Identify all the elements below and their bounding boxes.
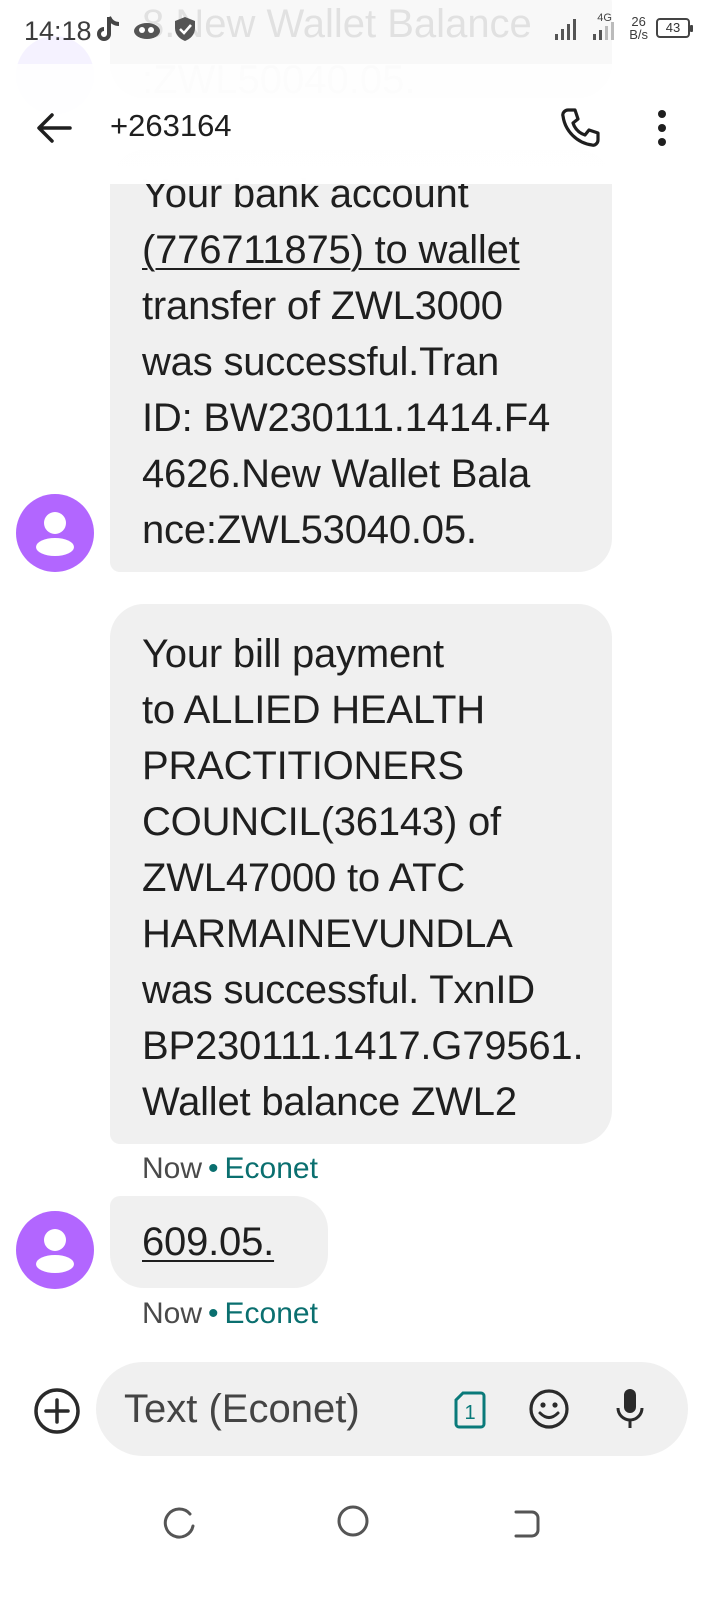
message-line: BP230111.1417.G79561.	[142, 1024, 584, 1068]
phone-icon	[561, 108, 600, 147]
sim-slot-number: 1	[464, 1402, 475, 1424]
more-vert-icon	[658, 110, 666, 146]
notification-icons	[96, 14, 198, 44]
back-button[interactable]	[30, 104, 78, 152]
signal-icon-4g: 4G	[591, 12, 621, 42]
sim-card-icon: 1	[454, 1391, 486, 1429]
emoji-button[interactable]	[528, 1388, 570, 1430]
recents-icon	[163, 1507, 195, 1539]
system-icons: 4G 26 B/s 43	[553, 12, 693, 42]
message-line: nce:ZWL53040.05.	[142, 508, 477, 552]
battery-level: 43	[665, 20, 681, 35]
message-line: 4626.New Wallet Bala	[142, 452, 531, 496]
message-meta: Now • Econet	[142, 1152, 318, 1186]
call-button[interactable]	[556, 104, 604, 152]
carrier-label: Econet	[224, 1152, 318, 1185]
nav-back-button[interactable]	[508, 1506, 544, 1542]
system-nav-bar	[0, 1480, 720, 1600]
message-line: 609.05.	[142, 1214, 296, 1270]
top-app-bar: +263164	[0, 64, 720, 184]
attach-button[interactable]	[32, 1386, 82, 1436]
compose-bar: 1	[96, 1362, 688, 1456]
meta-separator: •	[208, 1297, 219, 1330]
message-line: Your bill payment	[142, 632, 444, 676]
message-bubble[interactable]: 609.05.	[110, 1196, 328, 1288]
account-number-link[interactable]: (776711875) to wallet	[142, 228, 520, 272]
message-line: was successful.Tran	[142, 340, 500, 384]
add-circle-icon	[34, 1388, 80, 1434]
battery-icon: 43	[656, 18, 693, 38]
home-circle-icon	[337, 1505, 369, 1537]
status-bar: 14:18 4G 26 B/s 43	[0, 0, 720, 64]
message-time: Now	[142, 1152, 203, 1185]
message-meta: Now • Econet	[142, 1297, 318, 1331]
conversation-title[interactable]: +263164	[110, 108, 232, 144]
message-line: HARMAINEVUNDLA	[142, 912, 513, 956]
mic-icon	[616, 1389, 644, 1428]
sim-selector-button[interactable]: 1	[452, 1390, 488, 1430]
clock: 14:18	[24, 16, 92, 46]
message-line: PRACTITIONERS	[142, 744, 464, 788]
contact-avatar[interactable]	[16, 1211, 94, 1289]
emoji-icon	[529, 1389, 569, 1429]
meta-separator: •	[208, 1152, 219, 1185]
cloud-icon	[134, 23, 160, 39]
recents-button[interactable]	[162, 1506, 198, 1542]
person-icon	[36, 512, 74, 556]
message-bubble[interactable]: Your bank account (776711875) to wallet …	[110, 150, 612, 572]
message-line: (776711875) to wallet	[142, 222, 580, 278]
message-input[interactable]	[124, 1380, 444, 1438]
carrier-label: Econet	[224, 1297, 318, 1330]
message-line: ID: BW230111.1414.F4	[142, 396, 551, 440]
arrow-back-icon	[37, 113, 72, 143]
shield-icon	[175, 17, 195, 41]
home-button[interactable]	[336, 1504, 370, 1538]
message-bubble[interactable]: Your bill payment to ALLIED HEALTH PRACT…	[110, 604, 612, 1144]
message-line: ZWL47000 to ATC	[142, 856, 466, 900]
more-options-button[interactable]	[642, 104, 682, 152]
message-time: Now	[142, 1297, 203, 1330]
speed-unit: B/s	[629, 27, 648, 42]
tiktok-icon	[97, 16, 120, 41]
signal-icon	[555, 19, 577, 40]
amount-link[interactable]: 609.05.	[142, 1220, 274, 1264]
message-thread[interactable]: Your bank account (776711875) to wallet …	[0, 0, 720, 1360]
back-icon	[514, 1510, 540, 1538]
message-line: was successful. TxnID	[142, 968, 535, 1012]
message-line: to ALLIED HEALTH	[142, 688, 485, 732]
message-line: COUNCIL(36143) of	[142, 800, 501, 844]
person-icon	[36, 1229, 74, 1273]
contact-avatar[interactable]	[16, 494, 94, 572]
message-line: Wallet balance ZWL2	[142, 1080, 517, 1124]
message-line: transfer of ZWL3000	[142, 284, 503, 328]
voice-input-button[interactable]	[612, 1386, 648, 1432]
network-speed: 26 B/s	[629, 15, 648, 41]
